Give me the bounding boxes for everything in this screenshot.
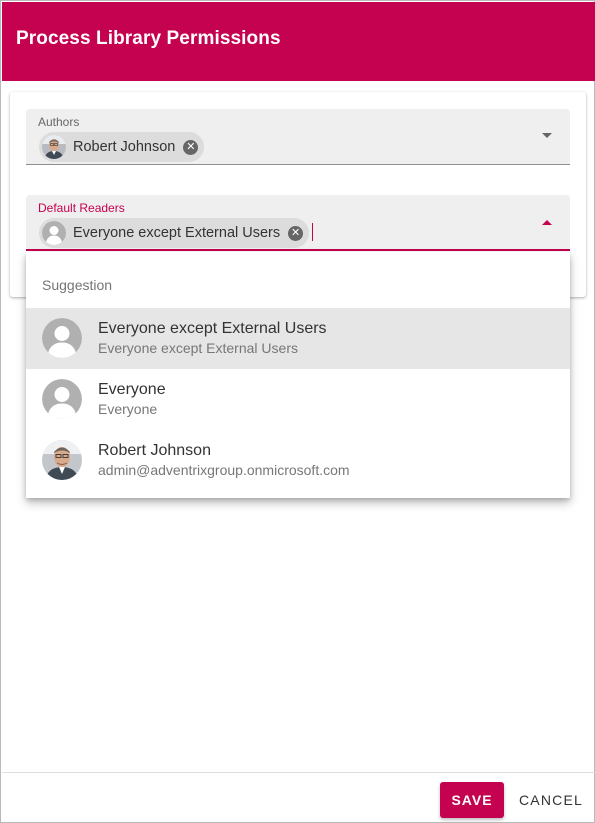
remove-chip-icon[interactable]: ✕ [183, 139, 199, 155]
suggestion-secondary-text: Everyone [98, 401, 158, 417]
suggestion-secondary-text: Everyone except External Users [98, 340, 298, 356]
authors-chip-label: Robert Johnson [73, 139, 176, 155]
dropdown-arrow-up-icon[interactable] [542, 220, 552, 225]
user-photo-avatar [42, 440, 82, 480]
authors-field[interactable]: Authors Robert Johnson ✕ [26, 109, 570, 165]
suggestion-primary-text: Everyone [98, 381, 166, 398]
suggestion-heading: Suggestion [42, 277, 113, 293]
text-cursor [312, 223, 313, 241]
suggestion-item-everyone-except-external[interactable]: Everyone except External Users Everyone … [26, 308, 570, 369]
dialog-header: Process Library Permissions [2, 2, 595, 81]
footer-divider [2, 772, 595, 773]
cancel-button[interactable]: CANCEL [512, 782, 590, 818]
suggestion-menu: Suggestion Everyone except External User… [26, 252, 570, 498]
default-readers-field[interactable]: Default Readers Everyone except External… [26, 195, 570, 251]
generic-user-icon [42, 221, 66, 245]
remove-chip-icon[interactable]: ✕ [288, 225, 304, 241]
save-button[interactable]: SAVE [440, 782, 504, 818]
dialog-title: Process Library Permissions [16, 28, 281, 49]
suggestion-item-everyone[interactable]: Everyone Everyone [26, 369, 570, 430]
user-photo-avatar [42, 135, 66, 159]
readers-chip-everyone-except-external[interactable]: Everyone except External Users ✕ [39, 218, 310, 248]
authors-chip-robert-johnson[interactable]: Robert Johnson ✕ [39, 132, 205, 162]
dropdown-arrow-icon[interactable] [542, 133, 552, 138]
suggestion-primary-text: Everyone except External Users [98, 320, 327, 337]
suggestion-item-robert-johnson[interactable]: Robert Johnson admin@adventrixgroup.onmi… [26, 430, 570, 491]
suggestion-primary-text: Robert Johnson [98, 442, 211, 459]
authors-label: Authors [38, 115, 80, 129]
generic-user-icon [42, 379, 82, 419]
readers-chip-label: Everyone except External Users [73, 225, 281, 241]
generic-user-icon [42, 318, 82, 358]
default-readers-label: Default Readers [38, 201, 125, 215]
permissions-dialog: Process Library Permissions Authors Robe… [0, 0, 595, 823]
suggestion-secondary-text: admin@adventrixgroup.onmicrosoft.com [98, 462, 350, 478]
